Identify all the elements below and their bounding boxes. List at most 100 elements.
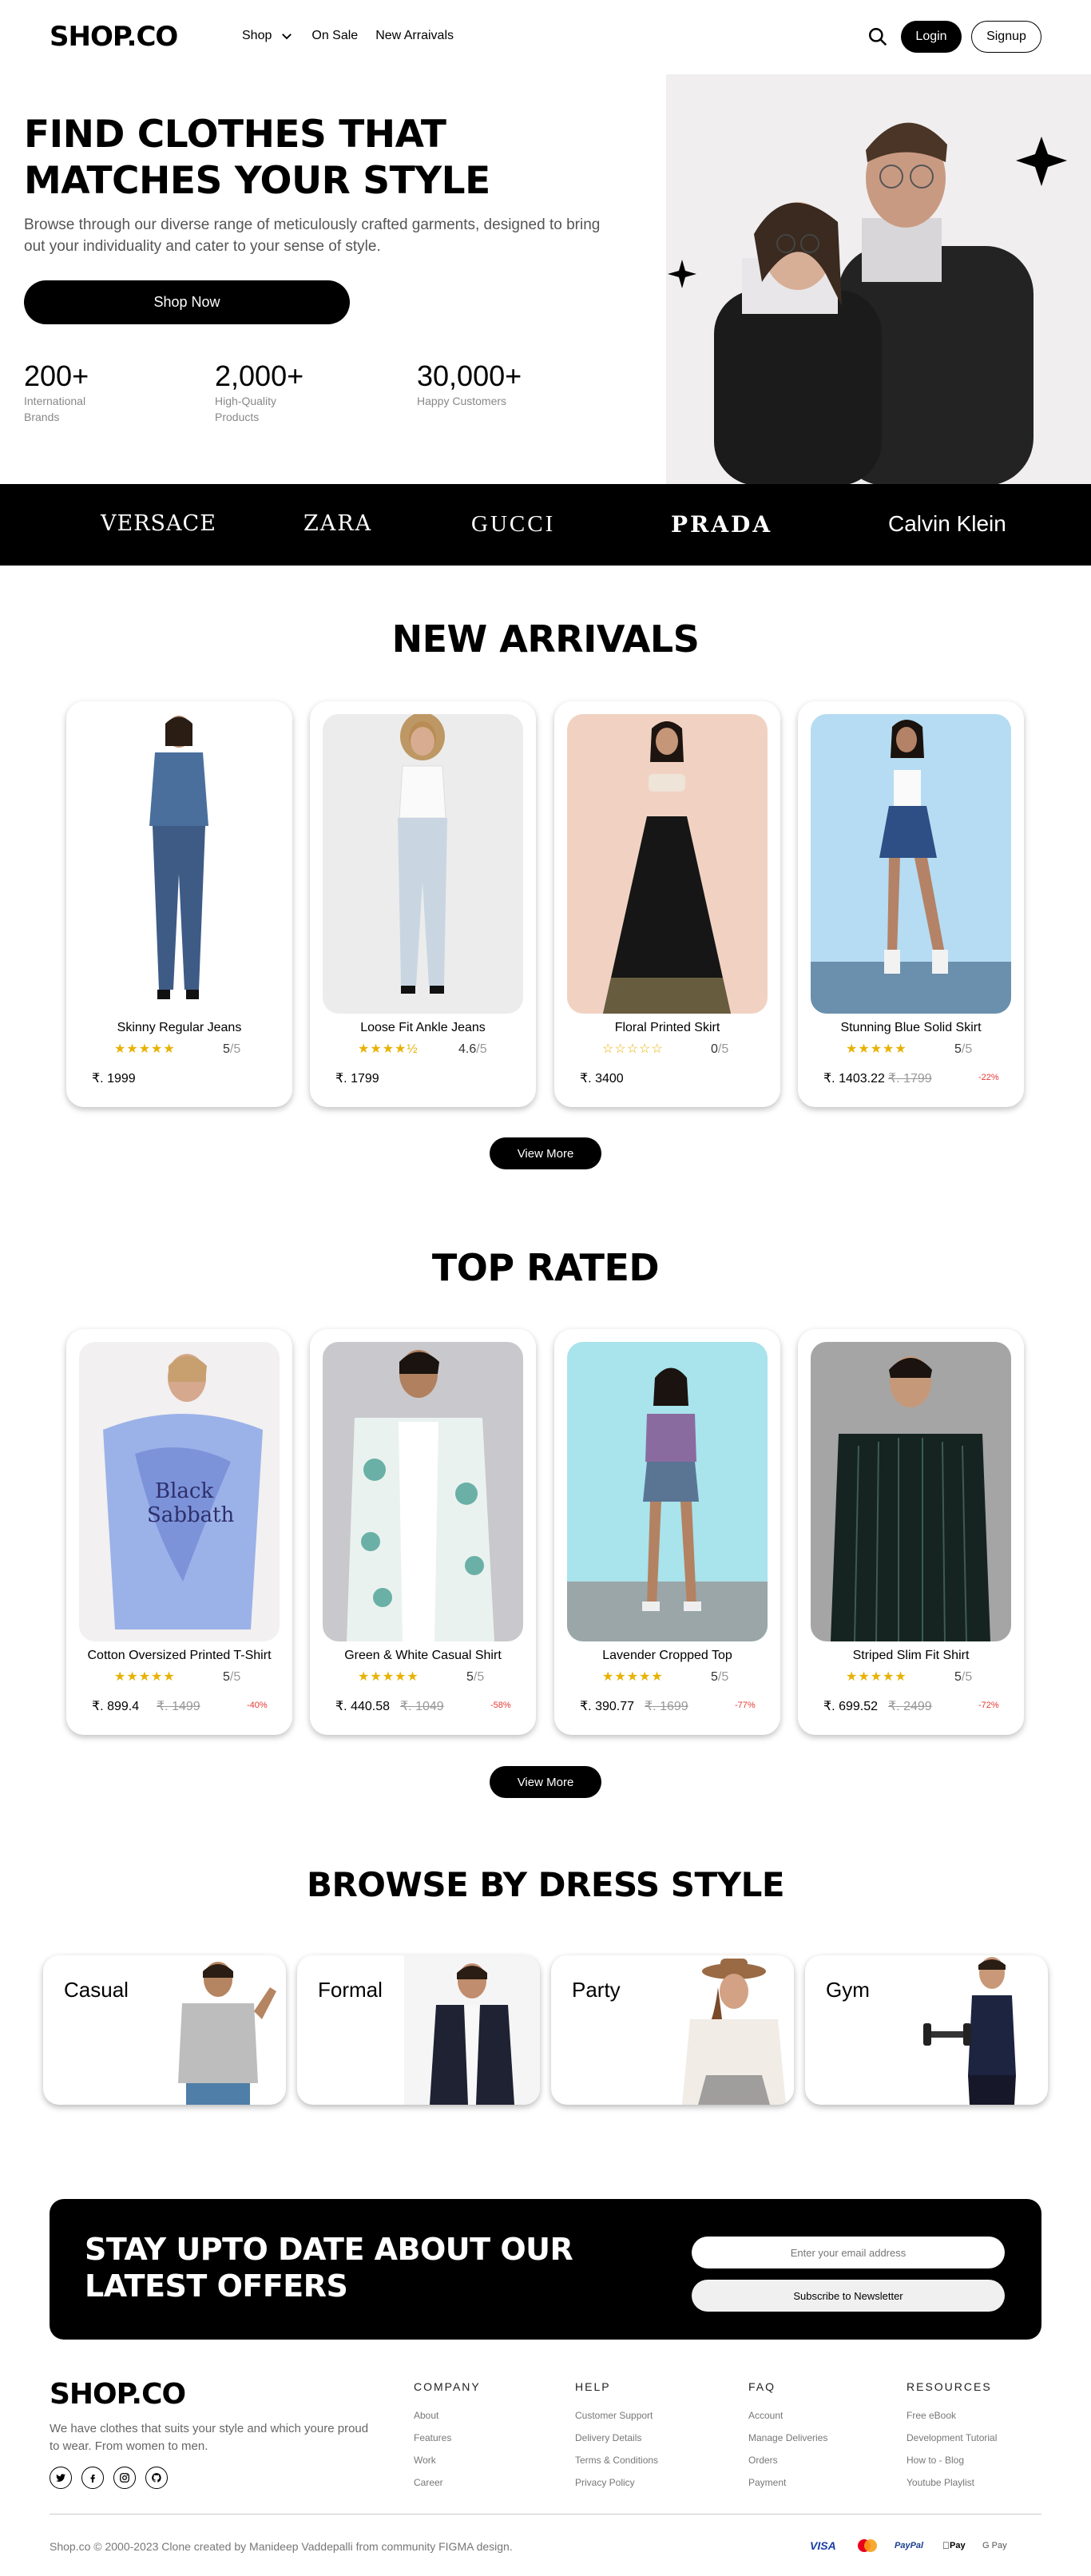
rating-text: 5/5 bbox=[223, 1042, 240, 1057]
brand-gucci: GUCCI bbox=[471, 511, 556, 537]
footer-link[interactable]: Payment bbox=[748, 2471, 827, 2494]
star-rating-icon: ★★★★★ bbox=[358, 1670, 419, 1684]
footer-link[interactable]: Manage Deliveries bbox=[748, 2427, 827, 2449]
dress-style-title: BROWSE BY DRESS STYLE bbox=[306, 1865, 785, 1904]
style-card-casual[interactable]: Casual bbox=[43, 1955, 286, 2105]
footer-link[interactable]: Development Tutorial bbox=[907, 2427, 997, 2449]
nav-new-arrivals[interactable]: New Arraivals bbox=[375, 29, 454, 43]
product-card[interactable]: Skinny Regular Jeans ★★★★★ 5/5 ₹. 1999 bbox=[66, 701, 292, 1107]
footer-link[interactable]: Free eBook bbox=[907, 2404, 997, 2427]
product-image bbox=[811, 714, 1011, 1014]
footer-link[interactable]: Orders bbox=[748, 2449, 827, 2471]
stat-customers: 30,000+ Happy Customers bbox=[417, 359, 545, 409]
product-name[interactable]: Stunning Blue Solid Skirt bbox=[798, 1021, 1024, 1035]
footer-logo[interactable]: SHOP.CO bbox=[50, 2378, 186, 2411]
signup-button[interactable]: Signup bbox=[971, 21, 1041, 53]
twitter-icon[interactable] bbox=[50, 2467, 72, 2489]
subscribe-button[interactable]: Subscribe to Newsletter bbox=[692, 2280, 1005, 2312]
footer-link[interactable]: Customer Support bbox=[575, 2404, 658, 2427]
rating-max: /5 bbox=[473, 1670, 485, 1684]
original-price: ₹. 1699 bbox=[645, 1700, 688, 1713]
stat-value: 200+ bbox=[24, 359, 89, 392]
footer-heading: HELP bbox=[575, 2380, 611, 2393]
sparkle-icon bbox=[1016, 137, 1067, 186]
footer-link[interactable]: About bbox=[414, 2404, 481, 2427]
price: ₹. 440.58 bbox=[335, 1700, 391, 1713]
svg-text:Sabbath: Sabbath bbox=[147, 1503, 235, 1527]
view-more-top-rated-button[interactable]: View More bbox=[490, 1766, 601, 1798]
footer-link[interactable]: Privacy Policy bbox=[575, 2471, 658, 2494]
style-image bbox=[682, 1959, 786, 2105]
facebook-icon[interactable] bbox=[81, 2467, 104, 2489]
instagram-icon[interactable] bbox=[113, 2467, 136, 2489]
product-card[interactable]: Striped Slim Fit Shirt ★★★★★ 5/5 ₹. 699.… bbox=[798, 1329, 1024, 1735]
stat-label: Happy Customers bbox=[417, 395, 507, 407]
price: ₹. 1799 bbox=[335, 1072, 379, 1086]
product-name[interactable]: Floral Printed Skirt bbox=[554, 1021, 780, 1035]
logo[interactable]: SHOP.CO bbox=[50, 21, 178, 53]
footer-link[interactable]: Terms & Conditions bbox=[575, 2449, 658, 2471]
style-image bbox=[404, 1955, 540, 2105]
product-name[interactable]: Cotton Oversized Printed T-Shirt bbox=[66, 1649, 292, 1663]
nav-shop[interactable]: Shop bbox=[242, 29, 272, 43]
newsletter-email-input[interactable] bbox=[692, 2237, 1005, 2268]
style-card-formal[interactable]: Formal bbox=[297, 1955, 540, 2105]
product-card[interactable]: Floral Printed Skirt ☆☆☆☆☆ 0/5 ₹. 3400 bbox=[554, 701, 780, 1107]
newsletter-banner: STAY UPTO DATE ABOUT OUR LATEST OFFERS S… bbox=[50, 2199, 1041, 2340]
price: ₹. 1999 bbox=[92, 1072, 136, 1086]
product-name[interactable]: Striped Slim Fit Shirt bbox=[798, 1649, 1024, 1663]
product-name[interactable]: Lavender Cropped Top bbox=[554, 1649, 780, 1663]
original-price: ₹. 1799 bbox=[888, 1072, 932, 1086]
footer-heading: RESOURCES bbox=[907, 2380, 992, 2393]
stat-label: High-Quality Products bbox=[215, 395, 277, 423]
rating-text: 0/5 bbox=[711, 1042, 728, 1057]
product-image bbox=[323, 714, 523, 1014]
newsletter-title: STAY UPTO DATE ABOUT OUR LATEST OFFERS bbox=[85, 2232, 573, 2304]
product-image: Black Sabbath bbox=[79, 1342, 280, 1641]
rating-text: 5/5 bbox=[954, 1042, 972, 1057]
product-card[interactable]: Lavender Cropped Top ★★★★★ 5/5 ₹. 390.77… bbox=[554, 1329, 780, 1735]
discount-badge: -40% bbox=[247, 1701, 268, 1710]
product-name[interactable]: Skinny Regular Jeans bbox=[66, 1021, 292, 1035]
style-label: Formal bbox=[318, 1978, 383, 2002]
chevron-down-icon[interactable] bbox=[280, 29, 294, 43]
search-icon[interactable] bbox=[867, 26, 888, 47]
original-price: ₹. 2499 bbox=[888, 1700, 932, 1713]
footer-heading: COMPANY bbox=[414, 2380, 481, 2393]
stat-label: International Brands bbox=[24, 395, 86, 423]
rating-text: 5/5 bbox=[711, 1670, 728, 1685]
product-image bbox=[79, 714, 280, 1014]
login-button[interactable]: Login bbox=[901, 21, 962, 53]
footer-link[interactable]: Delivery Details bbox=[575, 2427, 658, 2449]
footer-link[interactable]: Features bbox=[414, 2427, 481, 2449]
footer-col-faq: FAQ Account Manage Deliveries Orders Pay… bbox=[748, 2380, 827, 2494]
view-more-new-arrivals-button[interactable]: View More bbox=[490, 1137, 601, 1169]
footer-link[interactable]: How to - Blog bbox=[907, 2449, 997, 2471]
product-card[interactable]: Black Sabbath Cotton Oversized Printed T… bbox=[66, 1329, 292, 1735]
footer-link[interactable]: Youtube Playlist bbox=[907, 2471, 997, 2494]
top-nav: SHOP.CO Shop On Sale New Arraivals Login… bbox=[0, 0, 1091, 74]
google-pay-icon: G Pay bbox=[982, 2541, 1007, 2550]
style-card-gym[interactable]: Gym bbox=[805, 1955, 1048, 2105]
github-icon[interactable] bbox=[145, 2467, 168, 2489]
visa-icon: VISA bbox=[810, 2539, 836, 2552]
star-rating-icon: ☆☆☆☆☆ bbox=[602, 1042, 664, 1056]
shop-now-button[interactable]: Shop Now bbox=[24, 280, 350, 324]
hero-title: FIND CLOTHES THAT MATCHES YOUR STYLE bbox=[24, 112, 631, 204]
product-card[interactable]: Loose Fit Ankle Jeans ★★★★½ 4.6/5 ₹. 179… bbox=[310, 701, 536, 1107]
stat-value: 2,000+ bbox=[215, 359, 304, 392]
product-name[interactable]: Green & White Casual Shirt bbox=[310, 1649, 536, 1663]
product-card[interactable]: Green & White Casual Shirt ★★★★★ 5/5 ₹. … bbox=[310, 1329, 536, 1735]
product-card[interactable]: Stunning Blue Solid Skirt ★★★★★ 5/5 ₹. 1… bbox=[798, 701, 1024, 1107]
product-name[interactable]: Loose Fit Ankle Jeans bbox=[310, 1021, 536, 1035]
product-image bbox=[567, 1342, 768, 1641]
hero-title-line2: MATCHES YOUR STYLE bbox=[24, 159, 490, 203]
rating-max: /5 bbox=[717, 1042, 729, 1056]
sparkle-icon bbox=[668, 260, 696, 288]
style-card-party[interactable]: Party bbox=[551, 1955, 794, 2105]
footer-link[interactable]: Career bbox=[414, 2471, 481, 2494]
style-label: Gym bbox=[826, 1978, 870, 2002]
nav-on-sale[interactable]: On Sale bbox=[311, 29, 358, 43]
footer-link[interactable]: Account bbox=[748, 2404, 827, 2427]
footer-link[interactable]: Work bbox=[414, 2449, 481, 2471]
